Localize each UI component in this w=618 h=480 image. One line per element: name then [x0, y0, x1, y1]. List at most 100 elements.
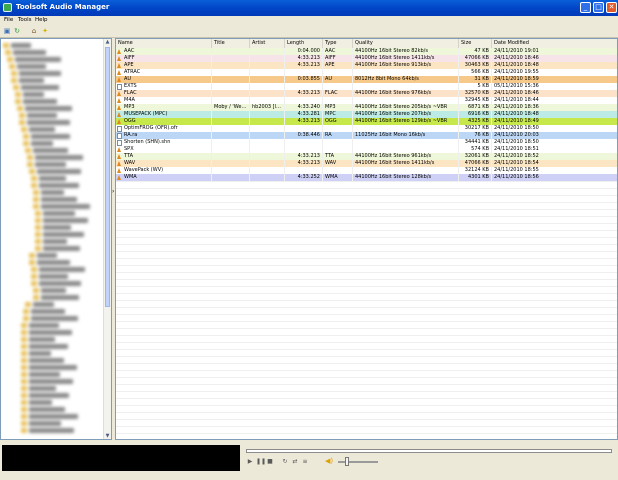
cell-length — [285, 125, 323, 132]
folder-icon — [29, 253, 35, 258]
add-folder-icon[interactable]: ▣ — [3, 27, 11, 35]
audio-file-icon — [117, 98, 121, 103]
cell-date: 24/11/2010 19:01 — [492, 48, 617, 55]
video-area — [2, 445, 240, 471]
tree-scrollbar[interactable]: ▲ ▼ — [103, 39, 111, 439]
column-header-name[interactable]: Name — [116, 39, 212, 48]
cell-length — [285, 139, 323, 146]
cell-text: 8012Hz 8bit Mono 64kb/s — [355, 76, 419, 82]
volume-icon[interactable]: ◀) — [325, 457, 334, 466]
cell-artist — [250, 153, 285, 160]
folder-icon — [23, 309, 29, 314]
cell-type: APE — [323, 62, 353, 69]
folder-label — [33, 302, 54, 307]
cell-text: 47 KB — [474, 48, 489, 54]
tree-scroll-thumb[interactable] — [105, 47, 110, 307]
cell-type — [323, 146, 353, 153]
cell-text: APE — [325, 62, 335, 68]
play-icon[interactable]: ▶ — [246, 458, 254, 466]
cell-quality: 44100Hz 16bit Stereo 1411kb/s — [353, 160, 459, 167]
folder-label — [31, 316, 78, 321]
volume-knob[interactable] — [345, 457, 350, 466]
playlist-icon[interactable]: ≡ — [301, 458, 309, 466]
close-button[interactable]: ✕ — [606, 2, 617, 13]
folder-icon — [13, 85, 19, 90]
cell-type — [323, 97, 353, 104]
scroll-up-icon[interactable]: ▲ — [105, 39, 110, 45]
cell-artist — [250, 48, 285, 55]
cell-text: MP3 — [325, 104, 336, 110]
cell-name: Shorten (SHN).shn — [116, 139, 212, 146]
audio-file-icon — [117, 70, 121, 75]
maximize-button[interactable]: □ — [593, 2, 604, 13]
cell-length: 4:33.213 — [285, 90, 323, 97]
cell-text: FLAC — [124, 90, 137, 96]
cell-text: 5 KB — [477, 83, 489, 89]
pause-icon[interactable]: ❚❚ — [256, 458, 266, 466]
folder-label — [35, 155, 83, 160]
tip-icon[interactable]: ✦ — [41, 27, 49, 35]
cell-text: 24/11/2010 18:56 — [494, 174, 539, 180]
folder-label — [15, 57, 61, 62]
column-header-type[interactable]: Type — [323, 39, 353, 48]
cell-text: 6871 KB — [467, 104, 489, 110]
column-header-quality[interactable]: Quality — [353, 39, 459, 48]
audio-file-icon — [117, 175, 121, 180]
minimize-button[interactable]: _ — [580, 2, 591, 13]
cell-text: MPC — [325, 111, 336, 117]
cell-length: 4:33.240 — [285, 104, 323, 111]
seek-bar[interactable] — [246, 449, 612, 453]
menu-help[interactable]: Help — [35, 17, 48, 23]
file-list[interactable]: Name Title Artist Length Type Quality Si… — [115, 38, 618, 440]
folder-label — [35, 162, 66, 167]
cell-text: 4301 KB — [467, 174, 489, 180]
cell-length: 4:33.281 — [285, 111, 323, 118]
scroll-down-icon[interactable]: ▼ — [105, 433, 110, 439]
cell-text: 32124 KB — [464, 167, 489, 173]
folder-icon — [5, 50, 11, 55]
cell-title — [212, 97, 250, 104]
menu-tools[interactable]: Tools — [18, 17, 32, 23]
folder-label — [41, 190, 64, 195]
cell-text: 574 KB — [471, 146, 489, 152]
folder-label — [33, 148, 68, 153]
cell-quality: 8012Hz 8bit Mono 64kb/s — [353, 76, 459, 83]
cell-length: 4:33.213 — [285, 160, 323, 167]
volume-slider[interactable] — [338, 461, 378, 463]
cell-type: MPC — [323, 111, 353, 118]
cell-text: EXTS — [124, 83, 137, 89]
cell-text: 76 KB — [474, 132, 489, 138]
folder-label — [39, 176, 66, 181]
cell-text: 4:33.252 — [297, 174, 320, 180]
cell-name: AIFF — [116, 55, 212, 62]
cell-text: WMA — [325, 174, 338, 180]
home-icon[interactable]: ⌂ — [30, 27, 38, 35]
cell-type: TTA — [323, 153, 353, 160]
folder-label — [21, 85, 59, 90]
shuffle-icon[interactable]: ⇄ — [291, 458, 299, 466]
cell-text: RA — [325, 132, 332, 138]
folder-icon — [21, 358, 27, 363]
cell-type: AU — [323, 76, 353, 83]
cell-length: 4:33.213 — [285, 62, 323, 69]
folder-icon — [33, 204, 39, 209]
repeat-icon[interactable]: ↻ — [281, 458, 289, 466]
column-header-title[interactable]: Title — [212, 39, 250, 48]
column-header-artist[interactable]: Artist — [250, 39, 285, 48]
cell-text: 47066 KB — [464, 160, 489, 166]
folder-tree[interactable]: ▲ ▼ — [0, 38, 112, 440]
cell-name: OGG — [116, 118, 212, 125]
menu-file[interactable]: File — [4, 17, 13, 23]
folder-icon — [33, 288, 39, 293]
folder-label — [29, 330, 72, 335]
column-header-size[interactable]: Size — [459, 39, 492, 48]
cell-artist — [250, 76, 285, 83]
stop-icon[interactable]: ■ — [266, 458, 274, 466]
column-header-length[interactable]: Length — [285, 39, 323, 48]
folder-icon — [21, 372, 27, 377]
refresh-icon[interactable]: ↻ — [13, 27, 21, 35]
folder-icon — [35, 239, 41, 244]
column-header-date[interactable]: Date Modified — [492, 39, 617, 48]
cell-date: 24/11/2010 18:46 — [492, 55, 617, 62]
cell-quality: 44100Hz 16bit Stereo 82kb/s — [353, 48, 459, 55]
